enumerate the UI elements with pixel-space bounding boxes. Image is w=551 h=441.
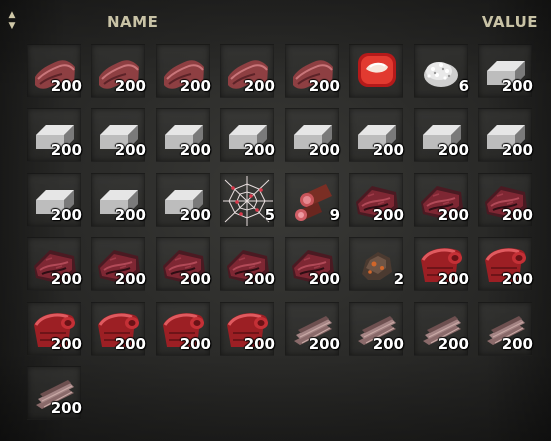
item-quantity: 200 — [179, 141, 211, 159]
item-quantity: 200 — [114, 77, 146, 95]
item-quantity: 200 — [437, 335, 469, 353]
inventory-slot[interactable]: 200 — [349, 108, 404, 162]
inventory-slot[interactable]: 200 — [414, 173, 469, 227]
inventory-slot[interactable]: 5 — [220, 173, 275, 227]
item-quantity: 200 — [179, 335, 211, 353]
inventory-slot[interactable]: 200 — [285, 302, 340, 356]
inventory-slot[interactable]: 200 — [285, 237, 340, 291]
inventory-slot[interactable]: 200 — [156, 108, 211, 162]
inventory-slot[interactable]: 200 — [349, 302, 404, 356]
item-quantity: 200 — [114, 141, 146, 159]
item-quantity: 200 — [501, 206, 533, 224]
item-quantity: 200 — [501, 141, 533, 159]
item-quantity: 200 — [372, 335, 404, 353]
red-gem-icon — [358, 53, 396, 87]
inventory-slot[interactable]: 200 — [156, 44, 211, 98]
item-quantity: 200 — [308, 335, 340, 353]
item-quantity: 2 — [393, 270, 404, 288]
item-quantity: 200 — [437, 141, 469, 159]
item-quantity: 200 — [501, 270, 533, 288]
inventory-slot[interactable] — [349, 44, 403, 98]
item-quantity: 200 — [308, 77, 340, 95]
item-quantity: 200 — [243, 335, 275, 353]
inventory-slot[interactable]: 200 — [91, 302, 146, 356]
inventory-slot[interactable]: 200 — [91, 237, 146, 291]
inventory-slot[interactable]: 200 — [349, 173, 404, 227]
inventory-slot[interactable]: 200 — [91, 173, 146, 227]
inventory-slot[interactable]: 2 — [349, 237, 404, 291]
inventory-grid: 200 200 200 200 200 6 200 200 200 200 20… — [0, 0, 551, 441]
item-quantity: 200 — [501, 335, 533, 353]
inventory-slot[interactable]: 6 — [414, 44, 469, 98]
inventory-slot[interactable]: 200 — [27, 366, 82, 420]
item-quantity: 200 — [114, 335, 146, 353]
inventory-slot[interactable]: 200 — [414, 302, 469, 356]
item-quantity: 6 — [458, 77, 469, 95]
item-quantity: 200 — [179, 77, 211, 95]
inventory-slot[interactable]: 200 — [478, 108, 533, 162]
item-quantity: 200 — [50, 206, 82, 224]
inventory-slot[interactable]: 200 — [220, 237, 275, 291]
item-quantity: 200 — [50, 141, 82, 159]
inventory-slot[interactable]: 200 — [414, 108, 469, 162]
item-quantity: 200 — [50, 77, 82, 95]
inventory-slot[interactable]: 200 — [220, 44, 275, 98]
inventory-slot[interactable]: 200 — [27, 302, 82, 356]
inventory-slot[interactable]: 200 — [27, 108, 82, 162]
item-quantity: 200 — [243, 270, 275, 288]
inventory-slot[interactable]: 200 — [478, 237, 533, 291]
item-quantity: 200 — [179, 270, 211, 288]
inventory-slot[interactable]: 200 — [156, 173, 211, 227]
item-quantity: 200 — [437, 206, 469, 224]
item-quantity: 200 — [308, 270, 340, 288]
item-quantity: 200 — [243, 77, 275, 95]
inventory-slot[interactable]: 200 — [27, 237, 82, 291]
item-quantity: 9 — [329, 206, 340, 224]
inventory-slot[interactable]: 200 — [478, 173, 533, 227]
inventory-slot[interactable]: 200 — [478, 302, 533, 356]
item-quantity: 200 — [179, 206, 211, 224]
item-quantity: 200 — [50, 399, 82, 417]
inventory-slot[interactable]: 200 — [220, 108, 275, 162]
inventory-slot[interactable]: 200 — [91, 108, 146, 162]
item-quantity: 200 — [372, 141, 404, 159]
inventory-slot[interactable]: 200 — [285, 108, 340, 162]
item-quantity: 200 — [243, 141, 275, 159]
item-quantity: 200 — [308, 141, 340, 159]
inventory-slot[interactable]: 200 — [156, 237, 211, 291]
item-quantity: 200 — [372, 206, 404, 224]
item-quantity: 200 — [501, 77, 533, 95]
inventory-slot[interactable]: 200 — [27, 44, 82, 98]
item-quantity: 200 — [437, 270, 469, 288]
inventory-slot[interactable]: 9 — [285, 173, 340, 227]
inventory-slot[interactable]: 200 — [220, 302, 275, 356]
inventory-slot[interactable]: 200 — [91, 44, 146, 98]
item-quantity: 200 — [114, 270, 146, 288]
item-quantity: 200 — [50, 335, 82, 353]
item-quantity: 5 — [264, 206, 275, 224]
inventory-slot[interactable]: 200 — [156, 302, 211, 356]
inventory-slot[interactable]: 200 — [285, 44, 340, 98]
inventory-slot[interactable]: 200 — [414, 237, 469, 291]
item-quantity: 200 — [114, 206, 146, 224]
item-quantity: 200 — [50, 270, 82, 288]
inventory-slot[interactable]: 200 — [478, 44, 533, 98]
inventory-slot[interactable]: 200 — [27, 173, 82, 227]
